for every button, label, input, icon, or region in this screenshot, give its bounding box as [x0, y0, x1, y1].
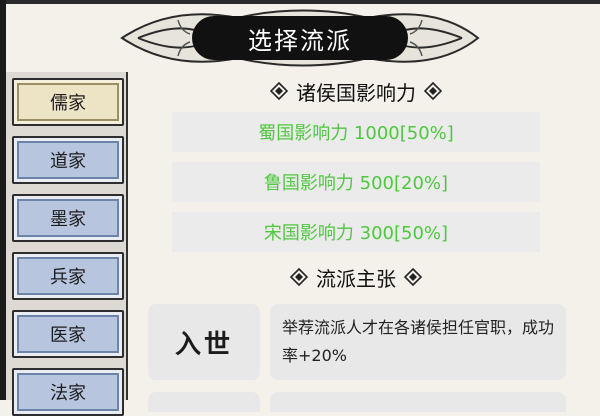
spiral-ornament-icon — [270, 82, 288, 100]
sidebar-item-rujia[interactable]: 儒家 — [12, 78, 124, 126]
sidebar-item-bingjia[interactable]: 兵家 — [12, 252, 124, 300]
school-sidebar: 儒家 道家 墨家 兵家 医家 法家 — [6, 72, 128, 416]
influence-heading-label: 诸侯国影响力 — [296, 80, 416, 105]
sidebar-item-yijia[interactable]: 医家 — [12, 310, 124, 358]
doctrine-name-partial — [148, 392, 260, 412]
influence-heading: 诸侯国影响力 — [172, 76, 540, 106]
influence-row-lu: 鲁国影响力 500[20%] — [172, 162, 540, 202]
doctrine-heading: 流派主张 — [172, 262, 540, 292]
sidebar-item-daojia[interactable]: 道家 — [12, 136, 124, 184]
page-title: 选择流派 — [192, 16, 408, 60]
sidebar-item-mojia[interactable]: 墨家 — [12, 194, 124, 242]
spiral-ornament-icon — [290, 268, 308, 286]
influence-row-shu: 蜀国影响力 1000[50%] — [172, 112, 540, 152]
influence-row-song: 宋国影响力 300[50%] — [172, 212, 540, 252]
doctrine-name: 入世 — [148, 304, 260, 380]
title-banner: 选择流派 — [118, 4, 482, 70]
spiral-ornament-icon — [404, 268, 422, 286]
spiral-ornament-icon — [424, 82, 442, 100]
doctrine-description: 举荐流派人才在各诸侯担任官职，成功率+20% — [270, 304, 566, 380]
doctrine-description-partial — [270, 392, 566, 412]
sidebar-item-fajia[interactable]: 法家 — [12, 368, 124, 416]
doctrine-heading-label: 流派主张 — [316, 266, 396, 291]
